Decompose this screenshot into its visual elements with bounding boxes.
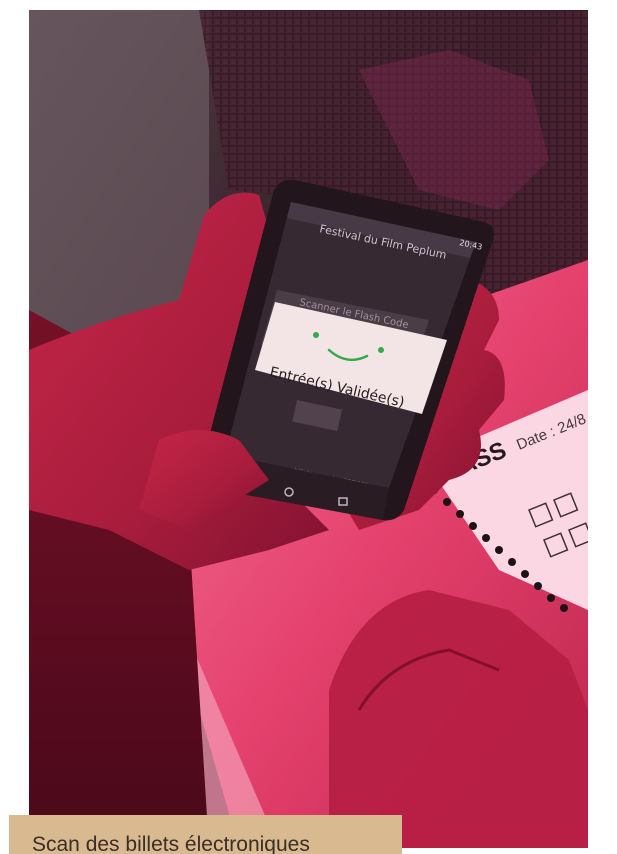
photo-caption: Scan des billets électroniques: [9, 815, 402, 854]
caption-text: Scan des billets électroniques: [32, 833, 310, 854]
event-photo: PASS Date : 24/8 20:43 Festival du: [29, 10, 588, 848]
